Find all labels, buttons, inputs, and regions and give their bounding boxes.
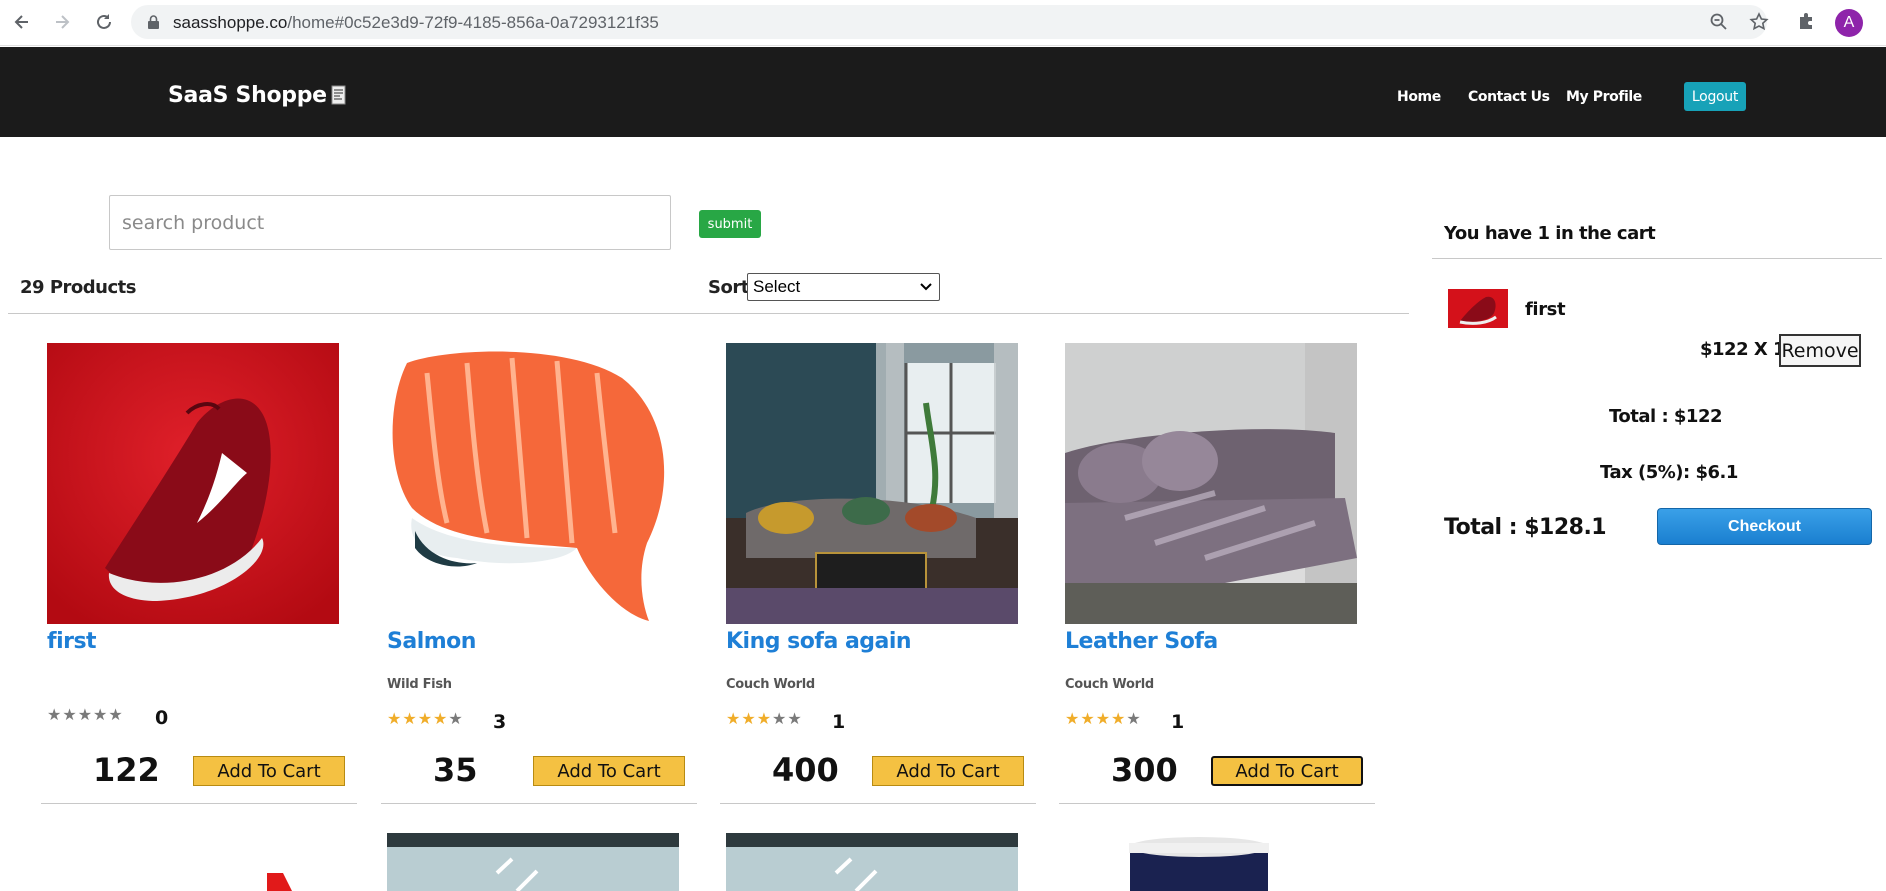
product-count: 29 Products — [20, 277, 136, 298]
add-to-cart-button[interactable]: Add To Cart — [533, 756, 685, 786]
card-divider — [41, 803, 357, 804]
nav-contact-us[interactable]: Contact Us — [1468, 89, 1550, 105]
cart-item-price-qty: $122 X 1 — [1700, 339, 1786, 360]
product-image[interactable] — [387, 833, 679, 891]
cart-title: You have 1 in the cart — [1444, 223, 1656, 244]
add-to-cart-button[interactable]: Add To Cart — [1211, 756, 1363, 786]
brand-logo[interactable]: SaaS Shoppe — [168, 83, 347, 111]
cart-item-thumbnail — [1448, 289, 1508, 328]
site-header: SaaS Shoppe Home Contact Us My Profile L… — [0, 47, 1886, 137]
product-image[interactable] — [47, 833, 339, 891]
product-image[interactable] — [387, 343, 679, 624]
browser-toolbar: saasshoppe.co/home#0c52e3d9-72f9-4185-85… — [0, 0, 1886, 46]
product-price: 400 — [772, 751, 839, 789]
product-brand: Couch World — [726, 677, 815, 692]
product-image[interactable] — [47, 343, 339, 624]
product-price: 122 — [93, 751, 160, 789]
product-brand: Wild Fish — [387, 677, 452, 692]
cart-tax: Tax (5%): $6.1 — [1600, 462, 1738, 483]
url-text: saasshoppe.co/home#0c52e3d9-72f9-4185-85… — [173, 13, 659, 32]
product-image[interactable] — [726, 833, 1018, 891]
reload-icon[interactable] — [91, 9, 117, 35]
search-input[interactable] — [109, 195, 671, 250]
product-title[interactable]: King sofa again — [726, 629, 912, 654]
rating-stars: ★★★★★ — [726, 711, 803, 728]
product-price: 300 — [1111, 751, 1178, 789]
product-brand: Couch World — [1065, 677, 1154, 692]
receipt-icon — [331, 85, 347, 111]
product-price: 35 — [433, 751, 478, 789]
bookmark-star-icon[interactable] — [1749, 12, 1769, 32]
nav-my-profile[interactable]: My Profile — [1566, 89, 1642, 105]
back-icon[interactable] — [9, 9, 35, 35]
profile-avatar[interactable]: A — [1835, 9, 1863, 37]
forward-icon[interactable] — [49, 9, 75, 35]
cart-subtotal: Total : $122 — [1609, 406, 1723, 427]
zoom-icon[interactable] — [1709, 12, 1729, 32]
checkout-button[interactable]: Checkout — [1657, 508, 1872, 545]
nav-home[interactable]: Home — [1397, 89, 1441, 105]
add-to-cart-button[interactable]: Add To Cart — [872, 756, 1024, 786]
remove-button[interactable]: Remove — [1779, 334, 1861, 367]
logout-button[interactable]: Logout — [1684, 82, 1746, 111]
rating-stars: ★★★★★ — [1065, 711, 1142, 728]
rating-stars: ★★★★★ — [47, 707, 124, 724]
cart-divider — [1432, 258, 1882, 259]
product-image[interactable] — [1065, 343, 1357, 624]
product-title[interactable]: Leather Sofa — [1065, 629, 1218, 654]
rating-count: 1 — [1171, 711, 1185, 733]
rating-count: 3 — [493, 711, 507, 733]
card-divider — [1059, 803, 1375, 804]
product-title[interactable]: first — [47, 629, 97, 654]
rating-count: 1 — [832, 711, 846, 733]
cart-item-name: first — [1525, 299, 1566, 320]
rating-count: 0 — [155, 707, 169, 729]
listing-divider — [8, 313, 1409, 314]
rating-stars: ★★★★★ — [387, 711, 464, 728]
submit-button[interactable]: submit — [699, 210, 761, 238]
sort-select-value: Select — [753, 277, 801, 296]
product-title[interactable]: Salmon — [387, 629, 476, 654]
cart-grand-total: Total : $128.1 — [1444, 515, 1607, 540]
product-image[interactable] — [726, 343, 1018, 624]
address-bar[interactable]: saasshoppe.co/home#0c52e3d9-72f9-4185-85… — [131, 5, 1769, 39]
product-image[interactable] — [1065, 833, 1357, 891]
card-divider — [720, 803, 1036, 804]
extensions-puzzle-icon[interactable] — [1797, 11, 1817, 36]
chevron-down-icon — [919, 278, 933, 298]
sort-select[interactable]: Select — [747, 273, 940, 301]
lock-icon — [147, 15, 160, 35]
sort-label: Sort — [708, 277, 749, 298]
card-divider — [381, 803, 697, 804]
add-to-cart-button[interactable]: Add To Cart — [193, 756, 345, 786]
